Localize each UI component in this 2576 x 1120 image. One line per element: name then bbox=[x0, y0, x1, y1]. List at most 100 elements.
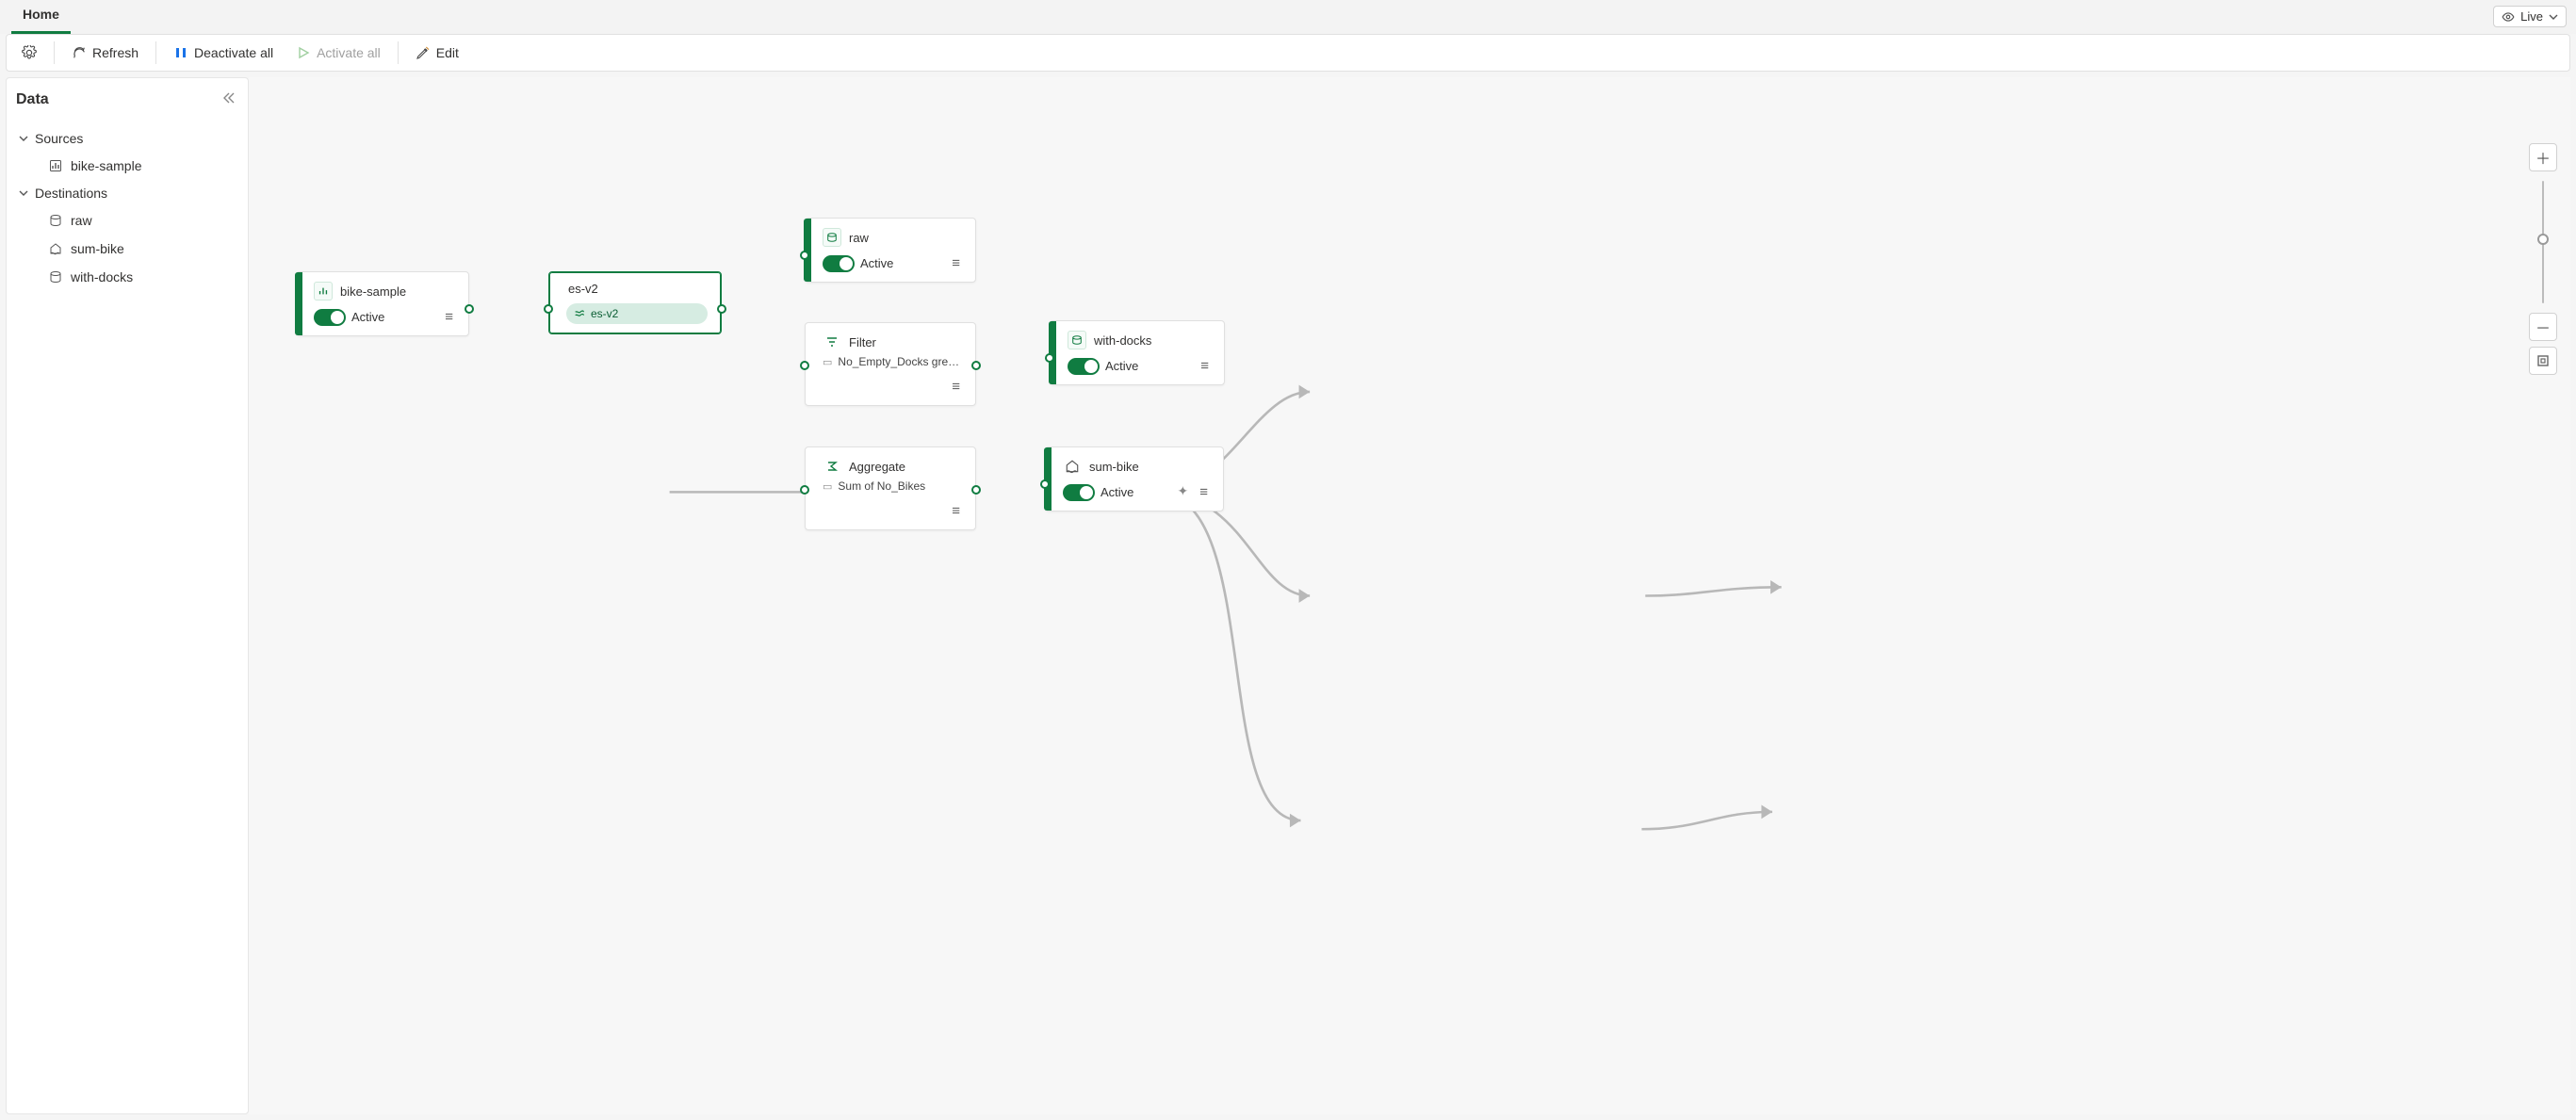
output-port[interactable] bbox=[717, 304, 726, 314]
filter-icon bbox=[823, 333, 841, 351]
input-port[interactable] bbox=[1045, 353, 1054, 363]
node-active-toggle[interactable] bbox=[823, 255, 855, 272]
tree-item-sum-bike[interactable]: sum-bike bbox=[16, 235, 238, 263]
node-menu-icon[interactable]: ≡ bbox=[1198, 483, 1210, 501]
node-sum-bike[interactable]: sum-bike Active ✦ ≡ bbox=[1045, 446, 1224, 511]
output-port[interactable] bbox=[971, 361, 981, 370]
collapse-sidebar-button[interactable] bbox=[221, 91, 235, 107]
chip-label: es-v2 bbox=[591, 307, 618, 320]
node-active-toggle[interactable] bbox=[314, 309, 346, 326]
refresh-label: Refresh bbox=[92, 45, 139, 60]
zoom-in-button[interactable]: ＋ bbox=[2529, 143, 2557, 171]
separator bbox=[398, 41, 399, 64]
output-port[interactable] bbox=[465, 304, 474, 314]
stream-icon bbox=[574, 308, 585, 319]
node-status-label: Active bbox=[1105, 359, 1138, 373]
pencil-icon bbox=[416, 45, 431, 60]
database-icon bbox=[48, 213, 63, 228]
node-bike-sample[interactable]: bike-sample Active ≡ bbox=[296, 271, 469, 336]
node-title: with-docks bbox=[1094, 333, 1151, 348]
deactivate-label: Deactivate all bbox=[194, 45, 273, 60]
zoom-out-button[interactable]: － bbox=[2529, 313, 2557, 341]
lakehouse-icon bbox=[48, 241, 63, 256]
tab-bar: Home bbox=[0, 0, 2576, 34]
sparkle-icon[interactable]: ✦ bbox=[1178, 483, 1189, 501]
activate-all-button[interactable]: Activate all bbox=[286, 41, 390, 64]
tree-item-label: sum-bike bbox=[71, 241, 124, 256]
zoom-slider-track[interactable] bbox=[2542, 181, 2544, 303]
node-menu-icon[interactable]: ≡ bbox=[443, 308, 455, 326]
database-icon bbox=[1068, 331, 1086, 349]
node-menu-icon[interactable]: ≡ bbox=[950, 502, 962, 520]
tab-home[interactable]: Home bbox=[11, 0, 71, 34]
input-port[interactable] bbox=[800, 485, 809, 495]
zoom-controls: ＋ － bbox=[2529, 143, 2557, 375]
node-title: sum-bike bbox=[1089, 460, 1139, 474]
zoom-fit-button[interactable] bbox=[2529, 347, 2557, 375]
barchart-icon bbox=[314, 282, 333, 300]
sources-label: Sources bbox=[35, 131, 83, 146]
canvas[interactable]: bike-sample Active ≡ es-v2 es-v2 bbox=[249, 77, 2570, 1114]
eye-icon bbox=[2502, 10, 2515, 24]
separator bbox=[155, 41, 156, 64]
settings-button[interactable] bbox=[12, 41, 46, 64]
toolbar: Refresh Deactivate all Activate all Edit bbox=[6, 34, 2570, 72]
tree-section-destinations[interactable]: Destinations bbox=[16, 180, 238, 206]
zoom-slider-thumb[interactable] bbox=[2537, 234, 2549, 245]
node-menu-icon[interactable]: ≡ bbox=[1198, 357, 1211, 375]
node-es-v2[interactable]: es-v2 es-v2 bbox=[548, 271, 722, 334]
refresh-icon bbox=[72, 45, 87, 60]
input-port[interactable] bbox=[800, 251, 809, 260]
chevron-down-icon bbox=[18, 187, 29, 199]
live-label: Live bbox=[2520, 9, 2543, 24]
activate-label: Activate all bbox=[317, 45, 381, 60]
node-menu-icon[interactable]: ≡ bbox=[950, 378, 962, 396]
input-port[interactable] bbox=[800, 361, 809, 370]
connection-wires bbox=[249, 77, 2570, 1114]
tree-item-with-docks[interactable]: with-docks bbox=[16, 263, 238, 291]
node-title: Filter bbox=[849, 335, 876, 349]
field-icon: ▭ bbox=[823, 356, 832, 368]
node-status-label: Active bbox=[860, 256, 893, 270]
tree-item-label: bike-sample bbox=[71, 158, 141, 173]
node-active-toggle[interactable] bbox=[1068, 358, 1100, 375]
live-toggle[interactable]: Live bbox=[2493, 6, 2567, 27]
sidebar-title: Data bbox=[16, 91, 238, 108]
sidebar: Data Sources bike-sample Destinations ra… bbox=[6, 77, 249, 1114]
node-status-bar bbox=[295, 272, 302, 335]
input-port[interactable] bbox=[544, 304, 553, 314]
node-title: es-v2 bbox=[566, 282, 598, 296]
sigma-icon bbox=[823, 457, 841, 476]
node-with-docks[interactable]: with-docks Active ≡ bbox=[1050, 320, 1225, 385]
input-port[interactable] bbox=[1040, 479, 1050, 489]
edit-label: Edit bbox=[436, 45, 459, 60]
refresh-button[interactable]: Refresh bbox=[62, 41, 148, 64]
tree-item-label: raw bbox=[71, 213, 92, 228]
tree-item-label: with-docks bbox=[71, 269, 133, 284]
database-icon bbox=[823, 228, 841, 247]
chevron-down-icon bbox=[18, 133, 29, 144]
node-menu-icon[interactable]: ≡ bbox=[950, 254, 962, 272]
node-detail: No_Empty_Docks greater t... bbox=[838, 355, 960, 368]
tree-item-raw[interactable]: raw bbox=[16, 206, 238, 235]
node-aggregate[interactable]: Aggregate ▭ Sum of No_Bikes ≡ bbox=[805, 446, 976, 530]
destinations-label: Destinations bbox=[35, 186, 107, 201]
gear-icon bbox=[22, 45, 37, 60]
node-active-toggle[interactable] bbox=[1063, 484, 1095, 501]
field-icon: ▭ bbox=[823, 480, 832, 493]
output-port[interactable] bbox=[971, 485, 981, 495]
barchart-icon bbox=[48, 158, 63, 173]
lakehouse-icon bbox=[1063, 457, 1082, 476]
stream-chip[interactable]: es-v2 bbox=[566, 303, 708, 324]
database-icon bbox=[48, 269, 63, 284]
pause-icon bbox=[173, 45, 188, 60]
tree-item-bike-sample[interactable]: bike-sample bbox=[16, 152, 238, 180]
node-filter[interactable]: Filter ▭ No_Empty_Docks greater t... ≡ bbox=[805, 322, 976, 406]
deactivate-all-button[interactable]: Deactivate all bbox=[164, 41, 283, 64]
tree-section-sources[interactable]: Sources bbox=[16, 125, 238, 152]
play-icon bbox=[296, 45, 311, 60]
node-raw[interactable]: raw Active ≡ bbox=[805, 218, 976, 283]
node-title: raw bbox=[849, 231, 869, 245]
node-status-label: Active bbox=[351, 310, 384, 324]
edit-button[interactable]: Edit bbox=[406, 41, 468, 64]
